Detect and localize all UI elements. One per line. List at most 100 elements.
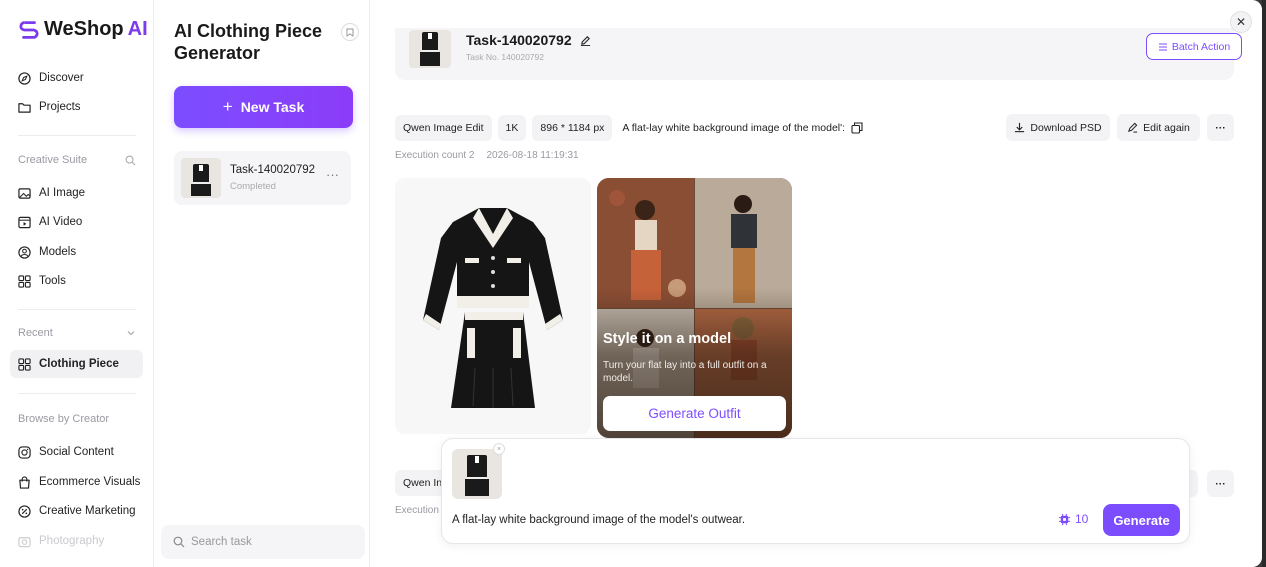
instagram-icon [18,445,31,459]
second-more-button[interactable]: ··· [1207,470,1234,497]
generated-image[interactable] [395,178,591,434]
nav-clothing-piece[interactable]: Clothing Piece [10,350,143,378]
style-on-model-card: Style it on a model Turn your flat lay i… [597,178,792,438]
grid-icon [18,357,31,371]
video-icon [18,216,31,228]
plus-icon: + [222,97,233,116]
prompt-input[interactable]: A flat-lay white background image of the… [452,514,745,526]
more-options-button[interactable]: ··· [1207,114,1234,141]
window-edge [1262,0,1266,567]
task-number: Task No. 140020792 [466,52,544,62]
nav-social-content-label: Social Content [39,446,114,458]
brand-ai: AI [127,18,148,40]
nav-ai-image[interactable]: AI Image [10,179,143,207]
result-tag-row: Qwen Image Edit 1K 896 * 1184 px A flat-… [395,114,863,141]
chevron-down-icon [127,331,135,336]
creative-suite-label: Creative Suite [18,154,88,166]
task-name: Task-140020792 [230,164,316,176]
prompt-preview: A flat-lay white background image of the… [622,122,863,134]
batch-action-button[interactable]: Batch Action [1146,33,1242,60]
main-content: Task-140020792 Task No. 140020792 Batch … [371,0,1262,567]
edit-again-label: Edit again [1143,121,1190,134]
nav-models-label: Models [39,246,77,258]
copy-icon[interactable] [851,121,863,134]
reference-image-thumbnail[interactable] [452,449,502,499]
execution-timestamp: 2026-08-18 11:19:31 [486,150,579,161]
prompt-preview-text: A flat-lay white background image of the… [622,121,846,134]
task-panel: AI Clothing Piece Generator + New Task T… [153,0,370,567]
credits-display: 10 [1058,512,1088,526]
logo[interactable]: WeShop AI [18,18,148,41]
task-list-item[interactable]: Task-140020792 Completed ··· [174,151,351,205]
nav-photography-label: Photography [39,535,105,547]
nav-photography[interactable]: Photography [10,527,143,555]
model-icon [18,245,31,259]
nav-creative-marketing[interactable]: Creative Marketing [10,497,143,525]
nav-models[interactable]: Models [10,238,143,266]
grid-icon [18,274,31,288]
weshop-logo-icon [19,20,39,39]
nav-tools-label: Tools [39,275,66,287]
chip-icon [1058,513,1071,525]
camera-icon [18,536,31,547]
folder-icon [18,102,31,113]
recent-label: Recent [18,327,53,339]
browse-by-creator-label: Browse by Creator [18,413,110,425]
task-header-title: Task-140020792 [466,32,591,48]
search-icon[interactable] [125,155,136,166]
nav-discover[interactable]: Discover [10,64,143,92]
list-icon [1158,42,1167,51]
compass-icon [18,71,31,85]
search-task-input[interactable]: Search task [161,525,365,559]
nav-projects-label: Projects [39,101,81,113]
promo-title: Style it on a model [603,331,732,347]
resolution-tag: 1K [497,114,527,141]
download-icon [1015,122,1025,133]
nav-projects[interactable]: Projects [10,93,143,121]
execution-count: Execution count 2 [395,150,475,161]
generate-outfit-button[interactable]: Generate Outfit [603,396,786,431]
download-psd-label: Download PSD [1030,121,1102,134]
size-tag: 896 * 1184 px [532,114,613,141]
generate-button[interactable]: Generate [1103,504,1180,536]
browse-section: Browse by Creator [18,413,136,425]
close-icon[interactable]: ✕ [1230,11,1252,33]
recent-section[interactable]: Recent [18,327,136,339]
nav-ecommerce-visuals-label: Ecommerce Visuals [39,476,141,488]
bookmark-button[interactable] [341,23,359,41]
edit-again-button[interactable]: Edit again [1117,114,1200,141]
creative-suite-section: Creative Suite [18,154,136,166]
promo-description: Turn your flat lay into a full outfit on… [603,360,767,384]
prompt-composer: × A flat-lay white background image of t… [441,438,1190,544]
divider [18,393,136,394]
search-icon [173,536,185,548]
nav-ecommerce-visuals[interactable]: Ecommerce Visuals [10,468,143,496]
new-task-label: New Task [240,99,305,115]
model-tag: Qwen Image Edit [395,114,492,141]
new-task-button[interactable]: + New Task [174,86,353,128]
brand-name: WeShop [44,18,124,40]
second-execution-meta: Execution [395,505,439,516]
nav-clothing-piece-label: Clothing Piece [39,358,119,370]
download-psd-button[interactable]: Download PSD [1006,114,1110,141]
edit-icon[interactable] [580,35,591,46]
bookmark-icon [346,28,354,37]
nav-tools[interactable]: Tools [10,267,143,295]
app-window: WeShop AI Discover Projects Creative Suit… [0,0,1262,567]
divider [18,135,136,136]
task-header: Task-140020792 Task No. 140020792 Batch … [395,28,1242,80]
nav-discover-label: Discover [39,72,84,84]
image-icon [18,187,31,199]
search-task-placeholder: Search task [191,536,252,548]
task-thumbnail [181,158,221,198]
credits-value: 10 [1075,512,1089,526]
shopping-bag-icon [19,475,30,489]
brush-icon [1128,122,1138,133]
remove-image-icon[interactable]: × [493,443,505,455]
task-more-button[interactable]: ··· [326,167,339,182]
nav-social-content[interactable]: Social Content [10,438,143,466]
nav-ai-video[interactable]: AI Video [10,208,143,236]
left-nav: WeShop AI Discover Projects Creative Suit… [0,0,153,567]
divider [18,309,136,310]
task-header-title-text: Task-140020792 [466,32,572,48]
